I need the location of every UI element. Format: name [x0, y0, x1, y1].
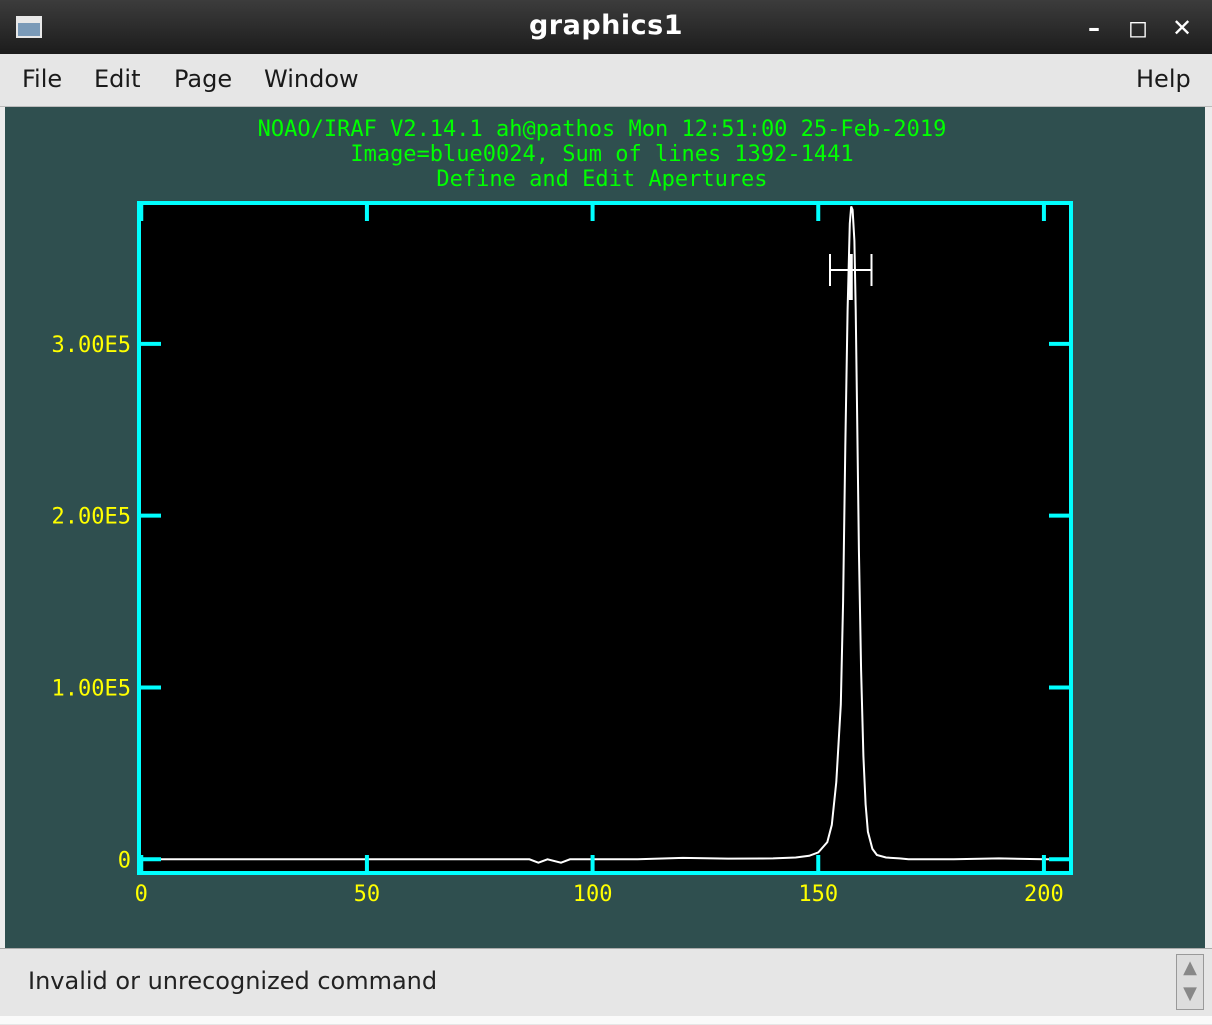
x-tick-label: 100 — [573, 882, 613, 907]
menu-window[interactable]: Window — [264, 65, 359, 93]
y-tick-label: 1.00E5 — [52, 676, 131, 701]
status-message: Invalid or unrecognized command — [28, 967, 438, 995]
plot-header-image: Image=blue0024, Sum of lines 1392-1441 — [350, 142, 853, 167]
y-tick-label: 3.00E5 — [52, 333, 131, 358]
menu-file[interactable]: File — [22, 65, 62, 93]
close-button[interactable]: ✕ — [1168, 14, 1196, 42]
maximize-button[interactable]: ◻ — [1124, 14, 1152, 42]
status-scrollbar[interactable]: ▲ ▼ — [1176, 954, 1204, 1010]
menu-bar: File Edit Page Window Help — [0, 54, 1212, 107]
minimize-button[interactable]: – — [1080, 14, 1108, 42]
scroll-down-icon[interactable]: ▼ — [1180, 983, 1200, 1005]
x-tick-label: 0 — [135, 882, 148, 907]
status-bar: Invalid or unrecognized command — [0, 948, 1212, 1025]
menu-edit[interactable]: Edit — [94, 65, 140, 93]
x-tick-label: 150 — [798, 882, 838, 907]
graphics-canvas[interactable]: NOAO/IRAF V2.14.1 ah@pathos Mon 12:51:00… — [5, 107, 1205, 948]
menu-page[interactable]: Page — [174, 65, 232, 93]
x-tick-label: 200 — [1024, 882, 1064, 907]
plot-header-task: Define and Edit Apertures — [436, 167, 767, 192]
y-tick-label: 2.00E5 — [52, 505, 131, 530]
menu-help[interactable]: Help — [1136, 65, 1191, 93]
window-title: graphics1 — [528, 10, 684, 41]
y-tick-label: 0 — [118, 848, 131, 873]
x-tick-label: 50 — [354, 882, 381, 907]
plot-svg: NOAO/IRAF V2.14.1 ah@pathos Mon 12:51:00… — [52, 117, 1073, 907]
bottom-edge — [0, 1016, 1212, 1024]
title-bar[interactable]: graphics1 – ◻ ✕ — [0, 0, 1212, 54]
plot-area — [139, 203, 1071, 873]
plot-header-system: NOAO/IRAF V2.14.1 ah@pathos Mon 12:51:00… — [258, 117, 947, 142]
scroll-up-icon[interactable]: ▲ — [1180, 957, 1200, 979]
